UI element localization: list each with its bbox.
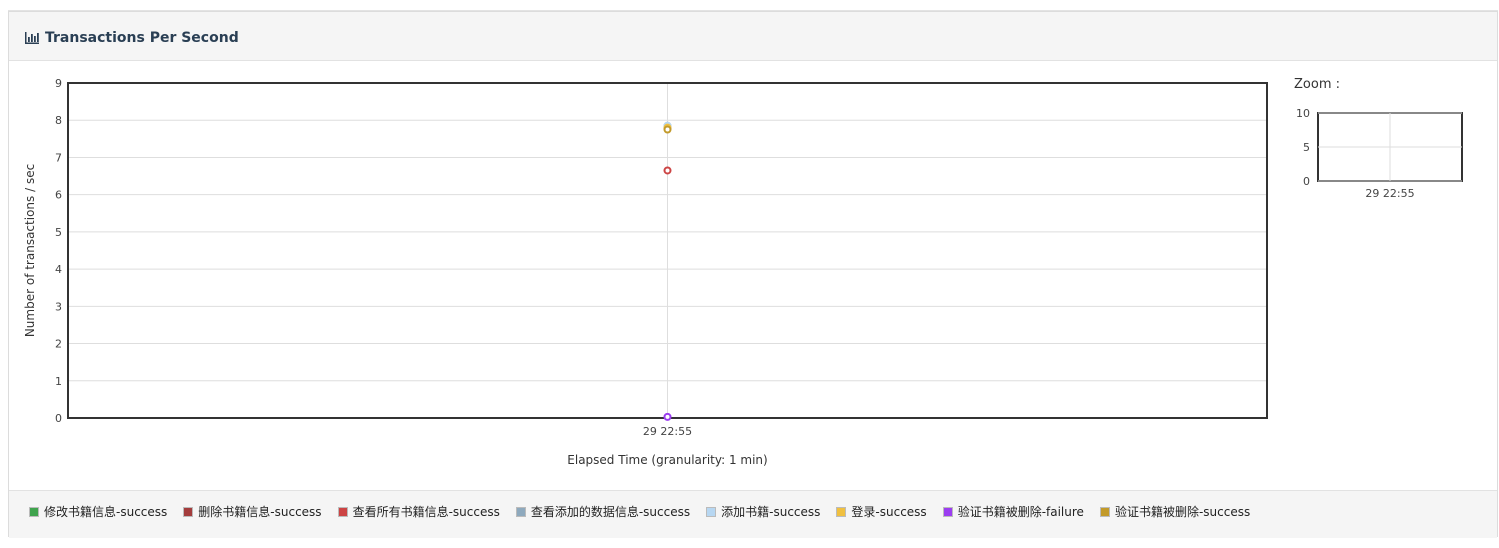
y-tick-label: 1 [55,375,62,388]
y-tick-label: 5 [55,226,62,239]
data-point[interactable] [663,125,672,134]
zoom-chart: 10 5 0 29 22:55 [1296,107,1463,200]
zoom-y-tick-label: 10 [1296,107,1310,120]
zoom-label: Zoom : [1294,77,1340,92]
y-tick-label: 8 [55,114,62,127]
y-tick-label: 0 [55,412,62,425]
y-tick-label: 4 [55,263,62,276]
x-tick-label: 29 22:55 [643,425,692,438]
y-tick-label: 9 [55,77,62,90]
data-point[interactable] [663,412,672,421]
x-axis-label: Elapsed Time (granularity: 1 min) [567,453,767,467]
data-point[interactable] [663,166,672,175]
zoom-grid [1318,112,1462,182]
zoom-y-tick-label: 0 [1303,175,1310,188]
y-tick-label: 6 [55,189,62,202]
y-tick-label: 7 [55,151,62,164]
y-axis-label: Number of transactions / sec [23,164,37,337]
x-axis-ticks: 29 22:55 [643,425,692,438]
tps-chart: 0 1 2 3 4 5 6 7 8 9 29 22:55 Number of transactio… [23,77,1463,467]
y-tick-label: 3 [55,300,62,313]
zoom-y-tick-label: 5 [1303,141,1310,154]
y-tick-label: 2 [55,338,62,351]
zoom-y-ticks: 10 5 0 [1296,107,1310,188]
y-axis-ticks: 0 1 2 3 4 5 6 7 8 9 [55,77,62,425]
zoom-x-tick: 29 22:55 [1365,187,1414,200]
